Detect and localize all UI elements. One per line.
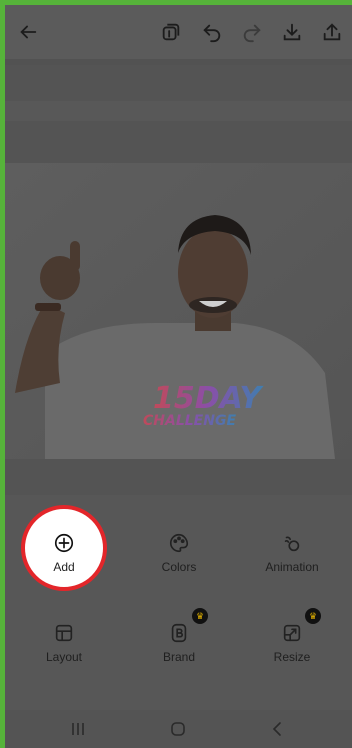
home-icon[interactable]	[169, 720, 187, 738]
share-icon[interactable]	[321, 21, 343, 43]
layout-button[interactable]: Layout	[19, 622, 109, 664]
app-screen: 15DAY CHALLENGE Add Colors Animation Lay…	[5, 5, 352, 748]
redo-icon[interactable]	[241, 21, 263, 43]
photo-man-thumbs-up: 15DAY CHALLENGE	[5, 163, 352, 459]
resize-label: Resize	[273, 650, 311, 664]
add-button[interactable]: Add	[19, 532, 109, 574]
divider	[5, 101, 352, 121]
undo-icon[interactable]	[201, 21, 223, 43]
layout-icon	[53, 622, 75, 644]
add-label: Add	[53, 560, 75, 574]
divider	[5, 59, 352, 65]
palette-icon	[168, 532, 190, 554]
pages-icon[interactable]	[160, 21, 182, 43]
arrow-left-icon[interactable]	[17, 21, 39, 43]
system-nav-bar	[5, 710, 352, 748]
plus-circle-icon	[53, 532, 75, 554]
shirt-text-line1: 15DAY	[153, 381, 264, 416]
layout-label: Layout	[45, 650, 83, 664]
nav-back-icon[interactable]	[269, 720, 287, 738]
shirt-text-line2: CHALLENGE	[143, 413, 236, 429]
crown-icon: ♛	[192, 608, 208, 624]
design-canvas[interactable]: 15DAY CHALLENGE	[5, 163, 352, 459]
resize-icon	[281, 622, 303, 644]
animation-button[interactable]: Animation	[247, 532, 337, 574]
download-icon[interactable]	[281, 21, 303, 43]
brand-label: Brand	[162, 650, 196, 664]
animation-label: Animation	[265, 560, 319, 574]
brand-button[interactable]: Brand	[134, 622, 224, 664]
animation-icon	[281, 532, 303, 554]
resize-button[interactable]: Resize	[247, 622, 337, 664]
brand-icon	[168, 622, 190, 644]
recents-icon[interactable]	[69, 720, 87, 738]
crown-icon: ♛	[305, 608, 321, 624]
colors-button[interactable]: Colors	[134, 532, 224, 574]
top-toolbar	[5, 5, 352, 59]
colors-label: Colors	[161, 560, 197, 574]
